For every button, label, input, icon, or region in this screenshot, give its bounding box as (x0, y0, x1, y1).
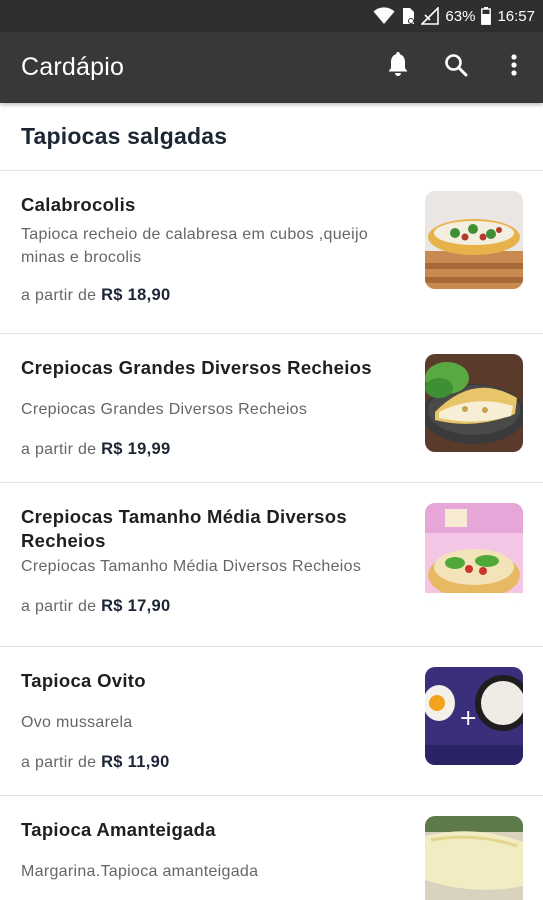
item-photo (425, 816, 523, 900)
item-price-line: a partir de R$ 19,99 (21, 440, 411, 459)
menu-item-tapioca-amanteigada[interactable]: Tapioca Amanteigada Margarina.Tapioca am… (0, 796, 543, 900)
menu-item-tapioca-ovito[interactable]: Tapioca Ovito Ovo mussarela a partir de … (0, 647, 543, 796)
sim-card-icon (401, 7, 415, 25)
price-prefix: a partir de (21, 441, 102, 458)
page-title: Cardápio (21, 53, 125, 81)
item-description: Crepiocas Grandes Diversos Recheios (21, 401, 308, 418)
section-title: Tapiocas salgadas (21, 123, 228, 149)
item-price: R$ 11,90 (101, 753, 170, 771)
item-photo (425, 191, 523, 289)
menu-item-crepiocas-media[interactable]: Crepiocas Tamanho Média Diversos Recheio… (0, 483, 543, 647)
item-name: Crepiocas Grandes Diversos Recheios (21, 357, 372, 378)
price-prefix: a partir de (21, 287, 102, 304)
search-icon (444, 53, 468, 82)
item-price-line: a partir de R$ 18,90 (21, 286, 411, 305)
item-photo: + (425, 667, 523, 765)
battery-percent: 63% (445, 7, 476, 25)
app-bar: Cardápio (0, 32, 543, 103)
item-description: Ovo mussarela (21, 714, 133, 731)
more-vertical-icon (511, 54, 517, 81)
item-photo (425, 354, 523, 452)
signal-icon (421, 7, 440, 25)
bell-icon (387, 52, 409, 83)
item-photo (425, 503, 523, 601)
overflow-menu-button[interactable] (485, 39, 543, 97)
item-description: Tapioca recheio de calabresa em cubos ,q… (21, 226, 369, 266)
item-description: Crepiocas Tamanho Média Diversos Recheio… (21, 558, 362, 575)
svg-text:+: + (459, 706, 477, 731)
menu-item-crepiocas-grandes[interactable]: Crepiocas Grandes Diversos Recheios Crep… (0, 334, 543, 483)
item-name: Calabrocolis (21, 194, 136, 215)
item-price: R$ 18,90 (101, 286, 171, 304)
item-name: Tapioca Amanteigada (21, 819, 216, 840)
notifications-button[interactable] (369, 39, 427, 97)
item-price-line: a partir de R$ 11,90 (21, 753, 411, 772)
battery-icon (481, 7, 492, 25)
item-price: R$ 19,99 (101, 440, 171, 458)
status-bar: 63% 16:57 (0, 0, 543, 32)
section-header: Tapiocas salgadas (0, 103, 543, 171)
item-description: Margarina.Tapioca amanteigada (21, 863, 259, 880)
search-button[interactable] (427, 39, 485, 97)
clock: 16:57 (497, 7, 535, 25)
menu-item-calabrocolis[interactable]: Calabrocolis Tapioca recheio de calabres… (0, 171, 543, 334)
item-price: R$ 17,90 (101, 597, 171, 615)
item-name: Tapioca Ovito (21, 670, 146, 691)
wifi-icon (373, 7, 395, 25)
price-prefix: a partir de (21, 598, 102, 615)
price-prefix: a partir de (21, 754, 102, 771)
item-price-line: a partir de R$ 17,90 (21, 597, 411, 616)
item-name: Crepiocas Tamanho Média Diversos Recheio… (21, 506, 347, 551)
